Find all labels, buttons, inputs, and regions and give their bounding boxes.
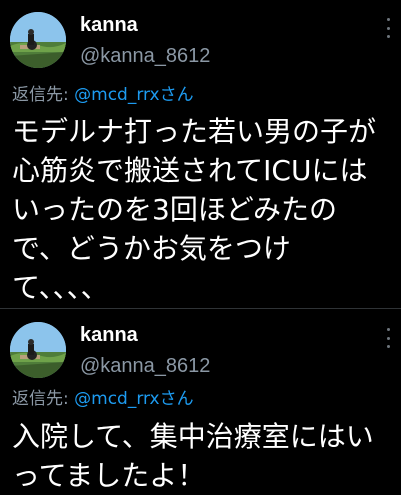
- display-name[interactable]: kanna: [80, 323, 138, 347]
- tweet-text: モデルナ打った若い男の子が 心筋炎で搬送されてICUには いったのを3回ほどみた…: [12, 115, 377, 304]
- reply-context: 返信先: @mcd_rrxさん: [12, 84, 194, 106]
- tweet[interactable]: kanna @kanna_8612 返信先: @mcd_rrxさん 入院して、集…: [0, 310, 401, 494]
- avatar[interactable]: [10, 322, 66, 378]
- user-handle[interactable]: @kanna_8612: [80, 354, 210, 378]
- user-handle[interactable]: @kanna_8612: [80, 44, 210, 68]
- reply-context: 返信先: @mcd_rrxさん: [12, 388, 194, 410]
- reply-prefix: 返信先:: [12, 85, 75, 105]
- more-vertical-icon[interactable]: [385, 18, 391, 38]
- tweet[interactable]: kanna @kanna_8612 返信先: @mcd_rrxさん モデルナ打っ…: [0, 0, 401, 308]
- tweet-text: 入院して、集中治療室にはい ってましたよ！: [12, 420, 374, 492]
- reply-target-link[interactable]: @mcd_rrxさん: [74, 389, 193, 409]
- reply-prefix: 返信先:: [12, 389, 75, 409]
- avatar[interactable]: [10, 12, 66, 68]
- divider: [0, 308, 401, 309]
- reply-target-link[interactable]: @mcd_rrxさん: [74, 85, 193, 105]
- more-vertical-icon[interactable]: [385, 328, 391, 348]
- display-name[interactable]: kanna: [80, 13, 138, 37]
